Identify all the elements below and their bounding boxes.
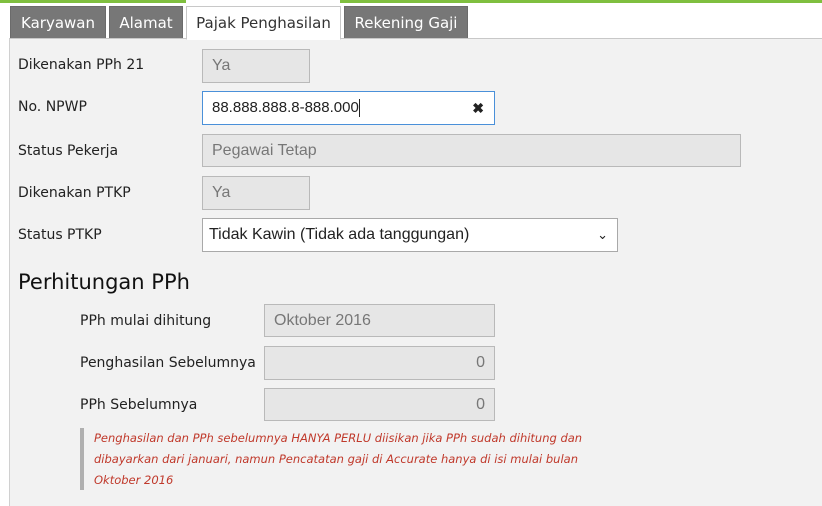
pph21-field: Ya: [202, 49, 310, 83]
accent-line: [0, 0, 186, 3]
chevron-down-icon: ⌄: [597, 227, 608, 242]
section-title: Perhitungan PPh: [18, 270, 190, 294]
npwp-label: No. NPWP: [18, 99, 87, 115]
status-ptkp-select[interactable]: Tidak Kawin (Tidak ada tanggungan) ⌄: [202, 218, 618, 252]
status-ptkp-value: Tidak Kawin (Tidak ada tanggungan): [209, 226, 470, 243]
penghasilan-sebelumnya-label: Penghasilan Sebelumnya: [80, 355, 256, 371]
tab-karyawan[interactable]: Karyawan: [10, 6, 106, 38]
accent-line: [340, 0, 822, 3]
pph-mulai-field: Oktober 2016: [264, 304, 495, 337]
text-cursor: [358, 98, 360, 117]
pph-sebelumnya-field: 0: [264, 388, 495, 421]
tab-pajak-penghasilan[interactable]: Pajak Penghasilan: [186, 6, 341, 40]
npwp-input[interactable]: 88.888.888.8-888.000 ✖: [202, 91, 495, 125]
note-line: dibayarkan dari januari, namun Pencatata…: [94, 452, 578, 466]
tab-alamat[interactable]: Alamat: [109, 6, 183, 38]
pph-mulai-label: PPh mulai dihitung: [80, 313, 212, 329]
tab-rekening-gaji[interactable]: Rekening Gaji: [344, 6, 468, 38]
ptkp-field: Ya: [202, 176, 310, 210]
pph-sebelumnya-label: PPh Sebelumnya: [80, 397, 198, 413]
penghasilan-sebelumnya-field: 0: [264, 346, 495, 380]
status-pekerja-field: Pegawai Tetap: [202, 134, 741, 167]
note-line: Oktober 2016: [94, 473, 174, 487]
info-note: Penghasilan dan PPh sebelumnya HANYA PER…: [80, 428, 600, 490]
status-pekerja-label: Status Pekerja: [18, 143, 119, 159]
tab-bar: Karyawan Alamat Pajak Penghasilan Rekeni…: [0, 0, 822, 40]
ptkp-label: Dikenakan PTKP: [18, 185, 131, 201]
note-line: Penghasilan dan PPh sebelumnya HANYA PER…: [94, 431, 583, 445]
status-ptkp-label: Status PTKP: [18, 227, 102, 243]
npwp-value: 88.888.888.8-888.000: [212, 99, 359, 116]
clear-icon[interactable]: ✖: [472, 92, 484, 124]
pph21-label: Dikenakan PPh 21: [18, 57, 145, 73]
